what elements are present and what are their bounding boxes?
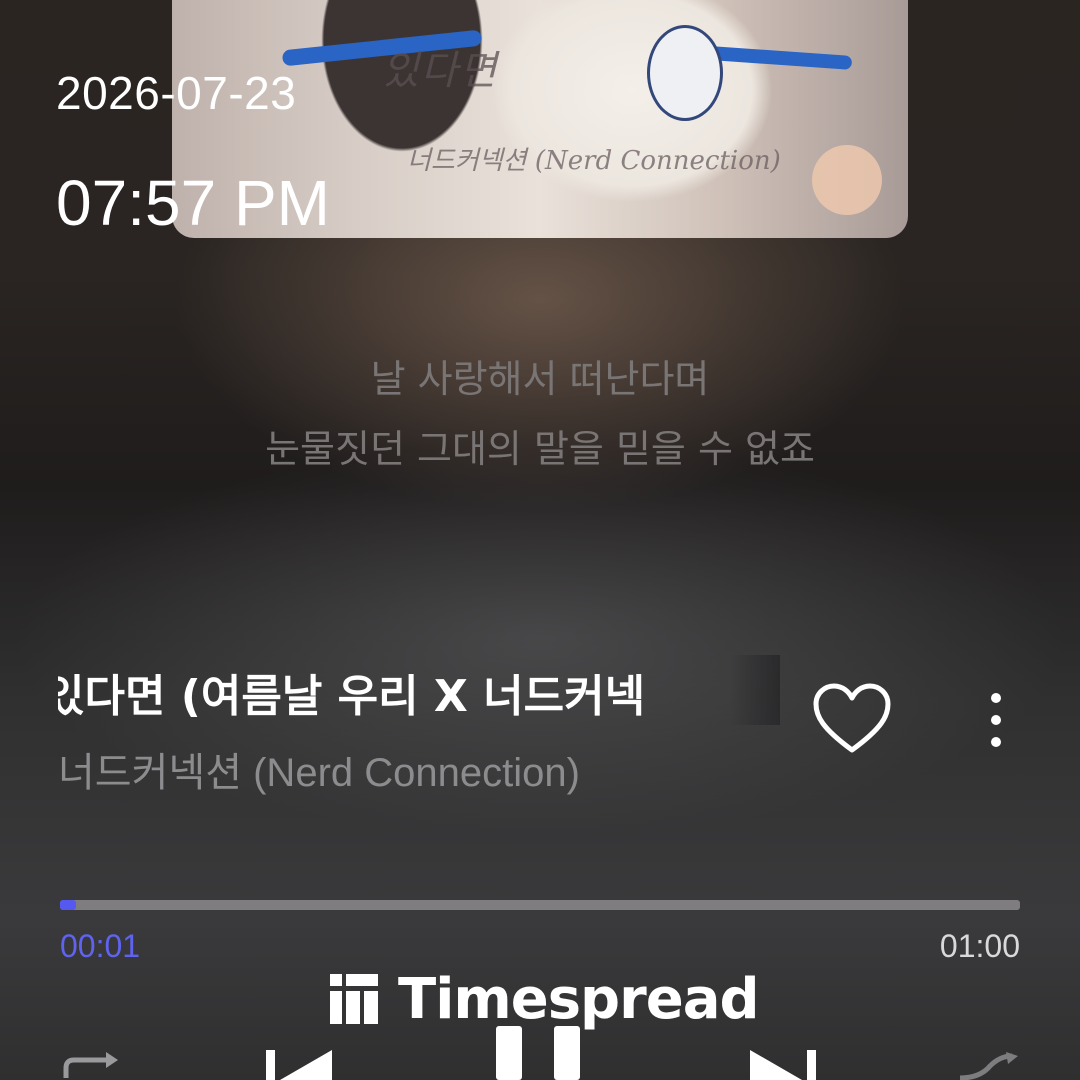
track-title-text: 있다면 (여름날 우리 X 너드커넥 [58, 671, 646, 722]
progress-fill [60, 900, 77, 910]
skip-next-icon[interactable] [746, 1046, 816, 1080]
date-overlay: 2026-07-23 [56, 67, 297, 119]
timespread-logo-icon [330, 974, 378, 1024]
progress-bar[interactable] [60, 900, 1020, 910]
album-art-bokeh [812, 145, 882, 215]
lyric-line-1[interactable]: 날 사랑해서 떠난다며 [0, 348, 1080, 403]
heart-icon[interactable] [812, 682, 892, 756]
skip-previous-icon[interactable] [266, 1046, 336, 1080]
lyric-line-2[interactable]: 눈물짓던 그대의 말을 믿을 수 없죠 [0, 418, 1080, 473]
total-time: 01:00 [939, 928, 1020, 964]
album-art-title: 있다면 [382, 48, 499, 94]
watermark-text: Timespread [398, 966, 760, 1032]
time-overlay: 07:57 PM [56, 167, 330, 239]
track-title-fade [730, 655, 780, 725]
pause-icon[interactable] [496, 1026, 586, 1080]
timespread-watermark: Timespread [330, 966, 760, 1032]
album-art-emblem [647, 25, 723, 121]
track-title: 있다면 (여름날 우리 X 너드커넥 [58, 660, 768, 724]
album-art-artist: 너드커넥션 (Nerd Connection) [407, 146, 781, 176]
repeat-icon[interactable] [60, 1052, 124, 1080]
track-artist[interactable]: 너드커넥션 (Nerd Connection) [58, 740, 580, 798]
more-vertical-icon[interactable] [976, 690, 1016, 754]
shuffle-icon[interactable] [956, 1052, 1020, 1080]
elapsed-time: 00:01 [60, 928, 141, 964]
